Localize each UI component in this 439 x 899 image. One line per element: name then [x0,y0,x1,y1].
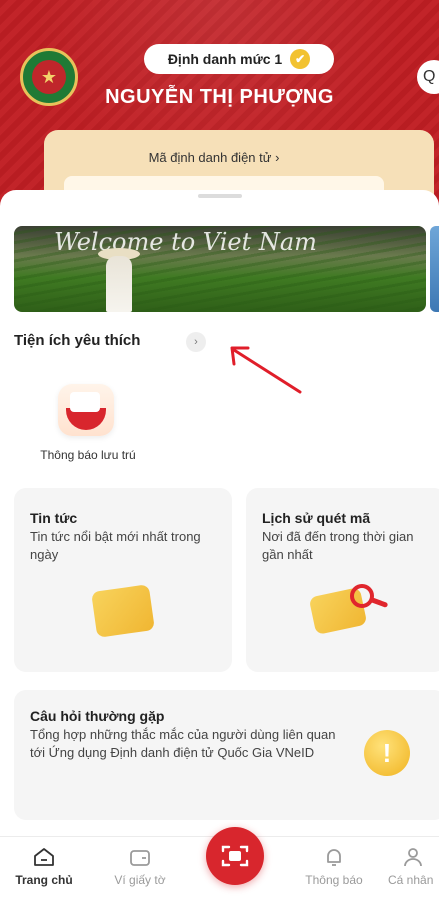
qr-scan-button[interactable] [206,827,264,885]
news-card-desc: Tin tức nổi bật mới nhất trong ngày [30,529,201,562]
banner-text: Welcome to Viet Nam [54,228,317,256]
scan-history-desc: Nơi đã đến trong thời gian gần nhất [262,529,414,562]
verified-check-icon: ✔ [290,49,311,69]
annotation-arrow-icon [230,346,302,394]
banner-person [106,256,132,312]
news-card-title: Tin tức [30,510,78,526]
exclamation-icon: ! [364,730,410,776]
id-card-label: Mã định danh điện tử › [148,150,280,165]
magnifier-icon [350,584,374,608]
news-icon [91,584,155,638]
drag-handle[interactable] [198,194,242,198]
nav-profile-label: Cá nhân [388,873,434,887]
chevron-right-icon: › [275,150,280,165]
identification-level-badge[interactable]: Định danh mức 1 ✔ [144,44,334,74]
scan-history-card[interactable]: Lịch sử quét mã Nơi đã đến trong thời gi… [246,488,439,672]
home-sheet: Welcome to Viet Nam Tiện ích yêu thích ›… [0,190,439,850]
qr-scanner-icon [221,845,249,867]
favorites-more-button[interactable]: › [186,332,206,352]
nav-wallet-label: Ví giấy tờ [114,873,166,887]
user-name: NGUYỄN THỊ PHƯỢNG [105,86,334,108]
welcome-banner[interactable]: Welcome to Viet Nam [14,226,426,312]
user-icon [404,848,422,867]
favorite-item-label: Thông báo lưu trú [40,448,136,462]
home-icon [34,848,54,866]
chevron-right-icon: › [194,336,198,348]
nav-profile[interactable]: Cá nhân [388,847,439,887]
residence-notice-icon [58,384,114,436]
favorites-title: Tiện ích yêu thích [14,332,141,349]
nav-home-label: Trang chủ [15,873,73,887]
bottom-nav: Trang chủ Ví giấy tờ Thông báo Cá nhân [0,827,439,899]
nav-home[interactable]: Trang chủ [4,847,84,887]
next-banner-preview[interactable] [430,226,439,312]
favorite-item-residence-notice[interactable]: Thông báo lưu trú [18,384,158,464]
faq-desc: Tổng hợp những thắc mắc của người dùng l… [30,727,336,760]
bell-icon [327,849,341,866]
level-badge-label: Định danh mức 1 [167,51,283,67]
nav-wallet[interactable]: Ví giấy tờ [100,847,180,887]
news-card[interactable]: Tin tức Tin tức nổi bật mới nhất trong n… [14,488,232,672]
wallet-icon [130,850,150,866]
scan-history-title: Lịch sử quét mã [262,510,371,526]
faq-title: Câu hỏi thường gặp [30,708,165,724]
nav-notifications-label: Thông báo [305,873,363,887]
nav-notifications[interactable]: Thông báo [294,847,374,887]
faq-card[interactable]: Câu hỏi thường gặp Tổng hợp những thắc m… [14,690,439,820]
